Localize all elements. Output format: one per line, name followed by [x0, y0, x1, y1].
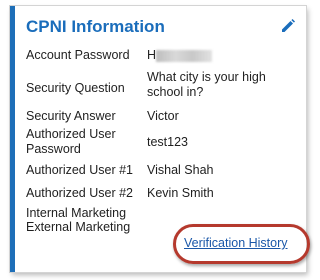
- internal-marketing-label: Internal Marketing: [26, 206, 127, 220]
- account-password-value: H: [147, 48, 303, 63]
- card-title: CPNI Information: [26, 17, 165, 36]
- security-answer-label: Security Answer: [26, 109, 116, 123]
- security-question-label: Security Question: [26, 81, 125, 95]
- account-password-visible-char: H: [147, 48, 157, 62]
- verification-history-link[interactable]: Verification History: [184, 236, 288, 250]
- password-redaction: [156, 49, 213, 62]
- account-password-label: Account Password: [26, 48, 130, 62]
- authorized-user-password-label: Authorized User Password: [26, 127, 116, 156]
- authorized-user-password-value: test123: [147, 135, 189, 149]
- security-answer-value: Victor: [147, 109, 179, 123]
- pencil-icon[interactable]: [280, 18, 296, 34]
- external-marketing-label: External Marketing: [26, 220, 131, 234]
- authorized-user-2-label: Authorized User #2: [26, 186, 134, 200]
- authorized-user-1-value: Vishal Shah: [147, 163, 214, 177]
- authorized-user-2-value: Kevin Smith: [147, 186, 214, 200]
- security-question-value: What city is your high school in?: [147, 70, 266, 99]
- authorized-user-1-label: Authorized User #1: [26, 163, 134, 177]
- cpni-information-card: CPNI Information Account Password H Secu…: [10, 6, 306, 272]
